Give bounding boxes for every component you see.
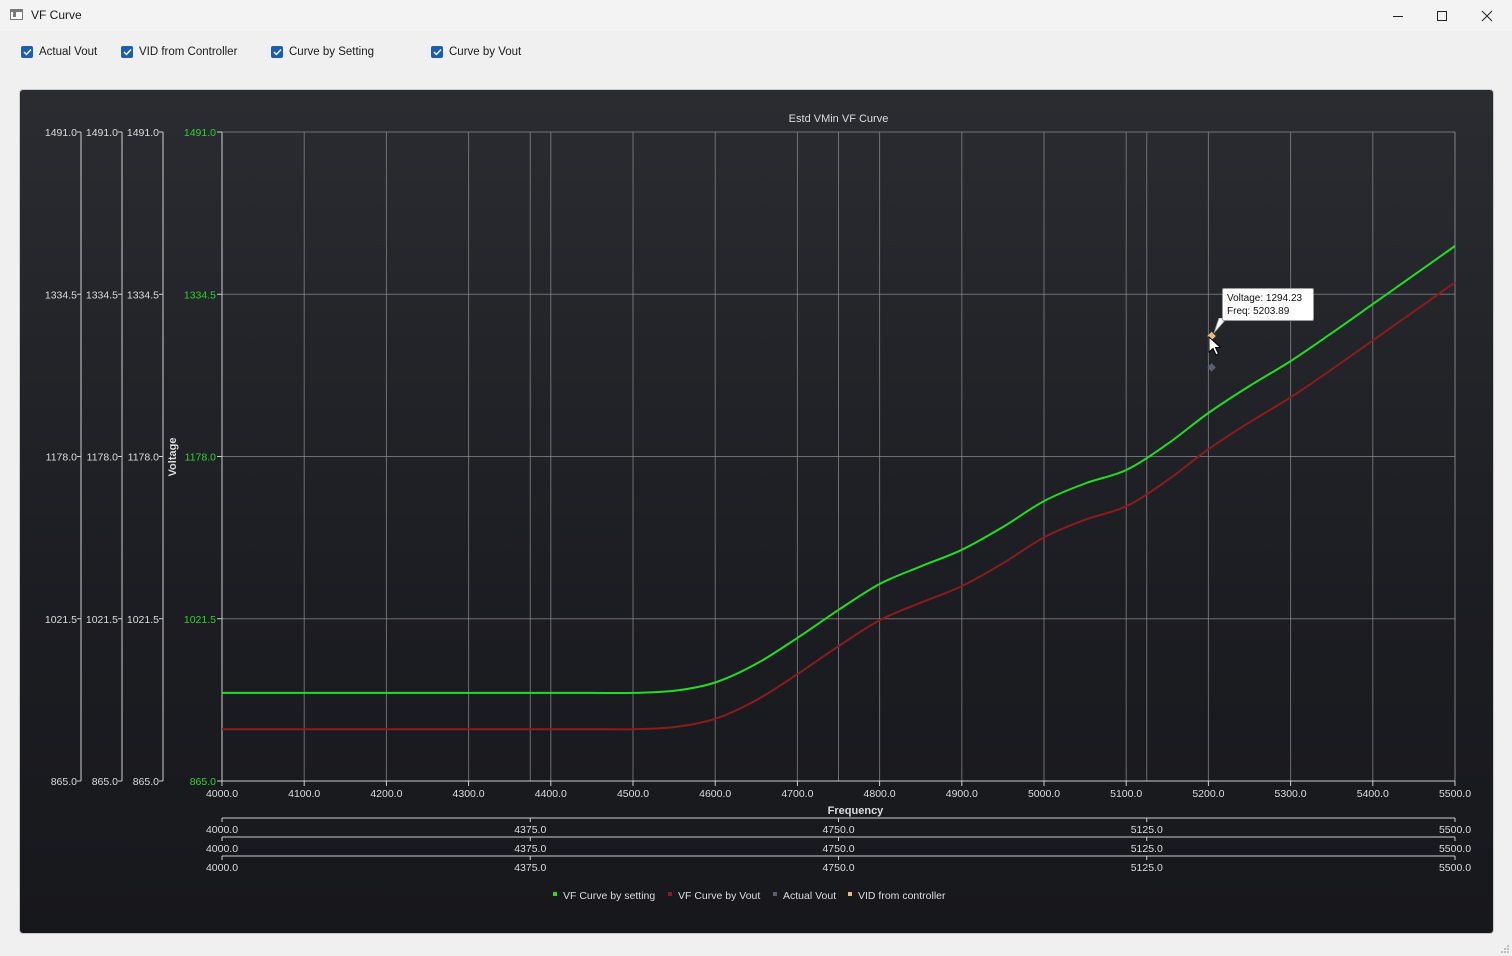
secondary-y-tick-label: 1334.5 xyxy=(86,289,118,301)
x-tick-label: 5300.0 xyxy=(1275,788,1307,800)
secondary-y-tick-label: 865.0 xyxy=(51,776,77,788)
secondary-x-tick-label: 4000.0 xyxy=(206,824,238,836)
secondary-x-tick-label: 4750.0 xyxy=(822,843,854,855)
legend-item-label: Actual Vout xyxy=(783,890,836,902)
y-tick-label: 865.0 xyxy=(190,776,216,788)
x-axis-label: Frequency xyxy=(828,805,885,817)
secondary-y-tick-label: 1491.0 xyxy=(86,127,118,139)
x-tick-label: 5400.0 xyxy=(1357,788,1389,800)
x-tick-label: 5500.0 xyxy=(1439,788,1471,800)
secondary-y-tick-label: 1021.5 xyxy=(127,614,159,626)
legend-item-label: VF Curve by setting xyxy=(563,890,655,902)
legend-marker xyxy=(553,892,557,896)
legend-item-label: VF Curve by Vout xyxy=(678,890,760,902)
secondary-y-tick-label: 865.0 xyxy=(133,776,159,788)
x-tick-label: 4500.0 xyxy=(617,788,649,800)
secondary-x-tick-label: 4000.0 xyxy=(206,862,238,874)
y-axis-label: Voltage xyxy=(167,438,179,477)
secondary-x-tick-label: 4375.0 xyxy=(514,862,546,874)
y-tick-label: 1491.0 xyxy=(184,127,216,139)
vf-curve-chart[interactable]: Estd VMin VF Curve 4000.0 4100.0 4200.0 4300… xyxy=(0,0,1512,956)
secondary-y-tick-label: 1178.0 xyxy=(128,452,159,464)
y-tick-label: 1178.0 xyxy=(185,452,216,464)
tooltip-frequency: Freq: 5203.89 xyxy=(1227,306,1290,317)
secondary-x-tick-label: 5500.0 xyxy=(1439,862,1471,874)
legend-marker xyxy=(773,892,777,896)
secondary-x-tick-label: 5125.0 xyxy=(1131,862,1163,874)
x-tick-label: 5000.0 xyxy=(1028,788,1060,800)
x-tick-label: 4900.0 xyxy=(946,788,978,800)
x-tick-label: 4200.0 xyxy=(370,788,402,800)
secondary-x-tick-label: 5500.0 xyxy=(1439,824,1471,836)
legend-marker xyxy=(668,892,672,896)
x-tick-label: 4300.0 xyxy=(453,788,485,800)
x-tick-label: 4700.0 xyxy=(781,788,813,800)
secondary-x-tick-label: 5125.0 xyxy=(1131,824,1163,836)
secondary-y-tick-label: 1334.5 xyxy=(45,289,77,301)
mouse-cursor-icon xyxy=(1208,336,1222,356)
secondary-y-tick-label: 1021.5 xyxy=(45,614,77,626)
secondary-x-tick-label: 5125.0 xyxy=(1131,843,1163,855)
x-tick-label: 4100.0 xyxy=(288,788,320,800)
y-tick-label: 1021.5 xyxy=(184,614,216,626)
secondary-y-tick-label: 1178.0 xyxy=(46,452,77,464)
x-tick-label: 5100.0 xyxy=(1110,788,1142,800)
legend-marker xyxy=(848,892,852,896)
tooltip-voltage: Voltage: 1294.23 xyxy=(1227,293,1303,304)
resize-grip-icon[interactable] xyxy=(1500,944,1510,954)
secondary-x-tick-label: 5500.0 xyxy=(1439,843,1471,855)
secondary-y-tick-label: 1491.0 xyxy=(45,127,77,139)
secondary-x-tick-label: 4750.0 xyxy=(822,862,854,874)
x-tick-label: 4800.0 xyxy=(864,788,896,800)
x-tick-label: 5200.0 xyxy=(1192,788,1224,800)
secondary-x-tick-label: 4375.0 xyxy=(514,843,546,855)
y-tick-label: 1334.5 xyxy=(184,289,216,301)
secondary-y-tick-label: 1021.5 xyxy=(86,614,118,626)
data-point-tooltip: Voltage: 1294.23 Freq: 5203.89 xyxy=(1222,288,1314,321)
legend-item-label: VID from controller xyxy=(858,890,946,902)
secondary-x-tick-label: 4000.0 xyxy=(206,843,238,855)
secondary-x-tick-label: 4375.0 xyxy=(514,824,546,836)
secondary-y-tick-label: 1178.0 xyxy=(87,452,118,464)
x-tick-label: 4400.0 xyxy=(535,788,567,800)
x-tick-label: 4000.0 xyxy=(206,788,238,800)
secondary-y-tick-label: 865.0 xyxy=(92,776,118,788)
secondary-x-tick-label: 4750.0 xyxy=(822,824,854,836)
chart-title: Estd VMin VF Curve xyxy=(789,113,889,125)
x-tick-label: 4600.0 xyxy=(699,788,731,800)
secondary-y-tick-label: 1334.5 xyxy=(127,289,159,301)
secondary-y-tick-label: 1491.0 xyxy=(127,127,159,139)
